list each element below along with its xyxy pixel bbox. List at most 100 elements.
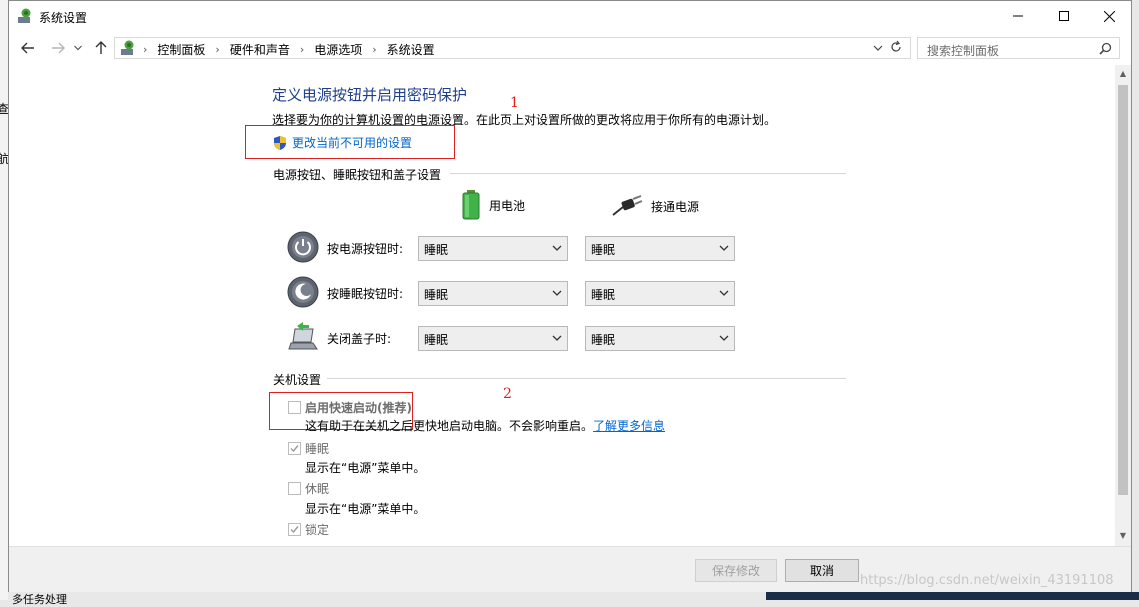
fast-startup-description: 这有助于在关机之后更快地启动电脑。不会影响重启。了解更多信息 [305, 417, 665, 434]
hibernate-description: 显示在“电源”菜单中。 [305, 502, 426, 516]
fast-startup-checkbox[interactable] [288, 401, 301, 414]
lock-checkbox[interactable] [288, 523, 301, 536]
close-lid-label: 关闭盖子时: [327, 332, 392, 346]
forward-arrow-icon [52, 42, 65, 54]
lock-label: 锁定 [305, 523, 330, 537]
chevron-down-icon [719, 335, 729, 341]
chevron-down-icon [74, 45, 82, 51]
forward-button[interactable] [48, 38, 68, 58]
close-lid-battery-select[interactable]: 睡眠 [418, 326, 568, 351]
hibernate-checkbox[interactable] [288, 482, 301, 495]
background-desktop-strip [0, 0, 8, 600]
search-icon[interactable] [1099, 42, 1112, 55]
address-bar[interactable]: › 控制面板 › 硬件和声音 › 电源选项 › 系统设置 [114, 37, 911, 59]
breadcrumb-power-options[interactable]: 电源选项 [314, 41, 362, 58]
fast-startup-description-text: 这有助于在关机之后更快地启动电脑。不会影响重启。 [305, 419, 594, 433]
taskbar [766, 592, 1139, 600]
fast-startup-label: 启用快速启动(推荐) [305, 401, 412, 415]
address-row: › 控制面板 › 硬件和声音 › 电源选项 › 系统设置 搜索控制面板 [9, 34, 1131, 62]
learn-more-link[interactable]: 了解更多信息 [593, 419, 665, 433]
chevron-down-icon [552, 245, 562, 251]
back-arrow-icon [21, 42, 34, 54]
breadcrumb-separator[interactable]: › [372, 43, 376, 56]
section-divider [450, 173, 846, 174]
background-text: 多任务处理 [12, 593, 67, 606]
watermark: https://blog.csdn.net/weixin_43191108 [860, 573, 1114, 588]
power-plug-icon [612, 195, 643, 216]
close-lid-plugged-value: 睡眠 [591, 333, 616, 347]
breadcrumb-separator[interactable]: › [300, 43, 304, 56]
title-bar: 系统设置 [9, 1, 1131, 32]
breadcrumb-separator[interactable]: › [215, 43, 219, 56]
power-section-title: 电源按钮、睡眠按钮和盖子设置 [273, 168, 442, 182]
chevron-down-icon [552, 335, 562, 341]
hibernate-label: 休眠 [305, 482, 330, 496]
breadcrumb-hardware-sound[interactable]: 硬件和声音 [230, 41, 290, 58]
sleep-checkbox[interactable] [288, 442, 301, 455]
annotation-number-2: 2 [503, 386, 512, 402]
vertical-scrollbar[interactable]: ▲ ▼ [1115, 65, 1131, 546]
breadcrumb-system-settings[interactable]: 系统设置 [387, 41, 435, 58]
refresh-icon [891, 40, 901, 52]
close-icon [1103, 10, 1115, 22]
sleep-button-plugged-select[interactable]: 睡眠 [585, 281, 735, 306]
plugged-column-header: 接通电源 [611, 195, 699, 217]
control-panel-icon [18, 8, 31, 23]
recent-locations-button[interactable] [71, 38, 85, 58]
close-lid-plugged-select[interactable]: 睡眠 [585, 326, 735, 351]
battery-column-label: 用电池 [489, 198, 526, 213]
plugged-column-label: 接通电源 [651, 199, 700, 214]
window-title: 系统设置 [39, 11, 88, 25]
minimize-icon [1013, 15, 1023, 17]
breadcrumb-separator: › [143, 43, 148, 56]
laptop-lid-icon [288, 322, 318, 350]
chevron-down-icon [719, 290, 729, 296]
power-button-plugged-value: 睡眠 [591, 243, 616, 257]
power-button-label: 按电源按钮时: [327, 242, 404, 256]
maximize-button[interactable] [1041, 1, 1087, 31]
sleep-label: 睡眠 [305, 442, 330, 456]
content-area: 定义电源按钮并启用密码保护 选择要为你的计算机设置的电源设置。在此页上对设置所做… [9, 65, 1115, 546]
search-placeholder: 搜索控制面板 [927, 44, 1000, 58]
power-button-icon [287, 231, 319, 263]
address-history-button[interactable] [873, 42, 883, 56]
battery-column-header: 用电池 [461, 190, 525, 220]
breadcrumb: › 控制面板 › 硬件和声音 › 电源选项 › 系统设置 [143, 41, 435, 58]
back-button[interactable] [18, 38, 38, 58]
power-button-plugged-select[interactable]: 睡眠 [585, 236, 735, 261]
chevron-down-icon [719, 245, 729, 251]
chevron-down-icon [552, 290, 562, 296]
search-input[interactable]: 搜索控制面板 [917, 37, 1120, 59]
minimize-button[interactable] [995, 1, 1041, 31]
scroll-up-icon[interactable]: ▲ [1118, 69, 1128, 79]
annotation-box-1 [245, 125, 455, 159]
scroll-down-icon[interactable]: ▼ [1118, 531, 1128, 541]
page-title: 定义电源按钮并启用密码保护 [272, 86, 468, 104]
chevron-down-icon [873, 45, 883, 51]
battery-icon [462, 190, 480, 220]
section-divider [327, 378, 846, 379]
save-changes-button[interactable]: 保存修改 [695, 559, 777, 582]
close-lid-battery-value: 睡眠 [424, 333, 449, 347]
cancel-button[interactable]: 取消 [785, 559, 859, 582]
sleep-button-label: 按睡眠按钮时: [327, 287, 404, 301]
power-button-battery-select[interactable]: 睡眠 [418, 236, 568, 261]
system-settings-window: 系统设置 › 控制面板 › 硬件和声音 › 电源选项 › 系统设置 搜索控制面板… [8, 0, 1132, 592]
scrollbar-thumb[interactable] [1118, 85, 1128, 495]
shutdown-section-title: 关机设置 [273, 373, 322, 387]
maximize-icon [1059, 11, 1069, 21]
sleep-button-icon [287, 276, 319, 308]
sleep-description: 显示在“电源”菜单中。 [305, 461, 426, 475]
up-button[interactable] [91, 38, 111, 58]
sleep-button-battery-select[interactable]: 睡眠 [418, 281, 568, 306]
control-panel-icon [121, 40, 134, 55]
up-arrow-icon [95, 41, 107, 54]
annotation-number-1: 1 [510, 95, 519, 111]
checkmark-icon [290, 445, 299, 453]
power-button-battery-value: 睡眠 [424, 243, 449, 257]
close-button[interactable] [1086, 1, 1132, 31]
refresh-button[interactable] [889, 40, 903, 57]
sleep-button-battery-value: 睡眠 [424, 288, 449, 302]
checkmark-icon [290, 526, 299, 534]
breadcrumb-control-panel[interactable]: 控制面板 [157, 41, 205, 58]
